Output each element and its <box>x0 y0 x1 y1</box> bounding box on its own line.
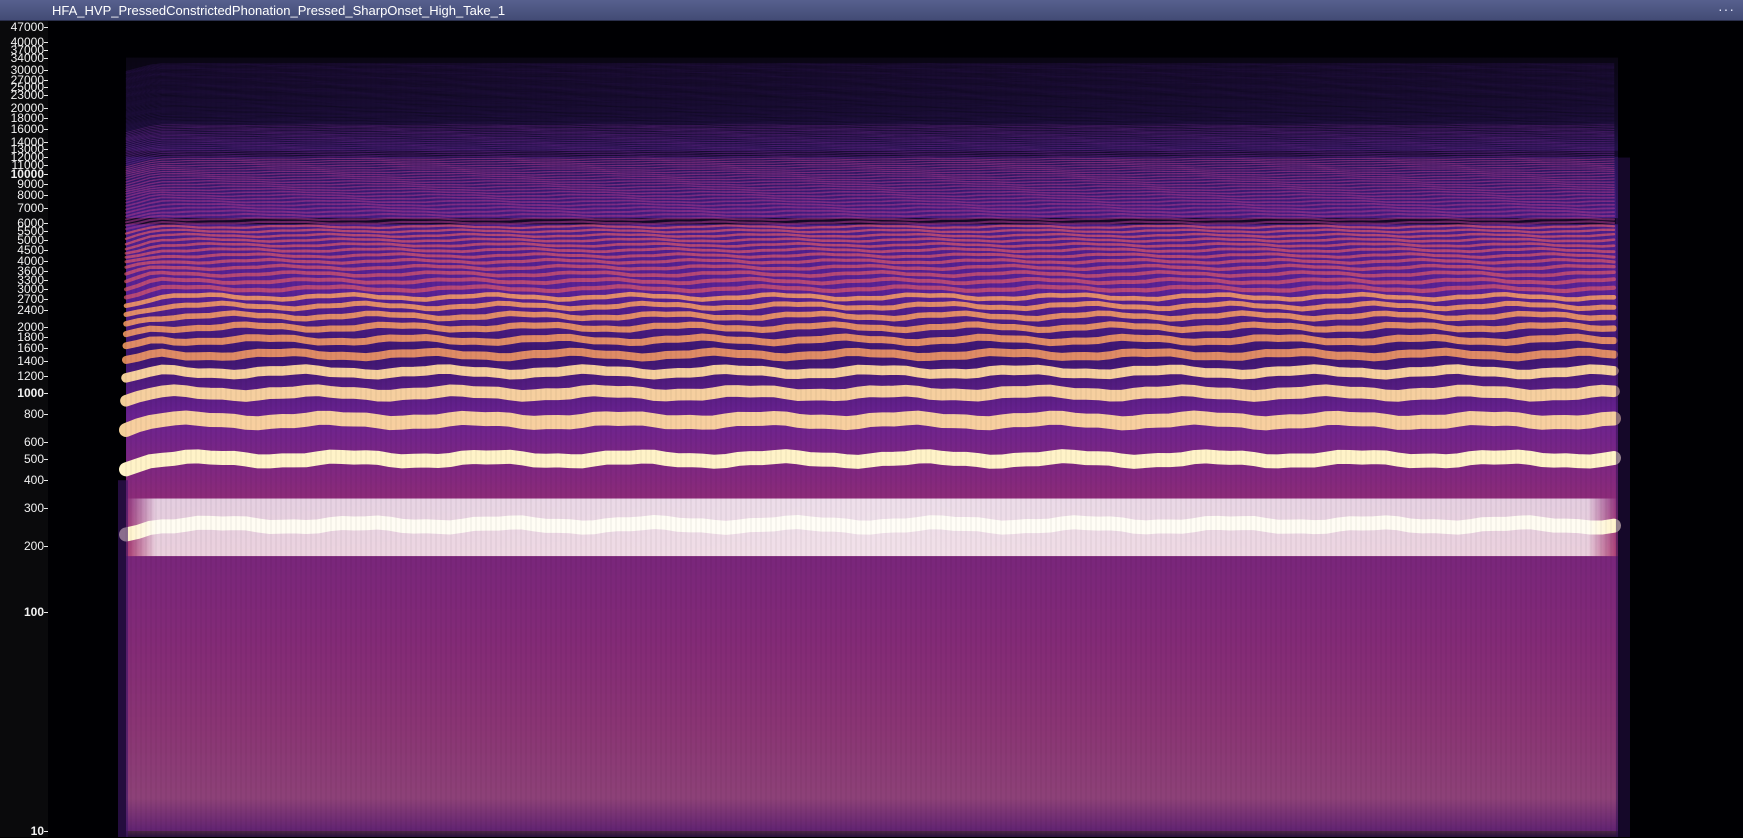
freq-tick-label: 23000 <box>10 87 44 102</box>
onset-edge <box>118 480 128 837</box>
spectrogram-view[interactable] <box>48 21 1743 837</box>
freq-tick-label: 600 <box>23 434 44 449</box>
spectrogram-window: HFA_HVP_PressedConstrictedPhonation_Pres… <box>0 0 1743 837</box>
freq-tick-label: 1000 <box>17 386 44 401</box>
track-title: HFA_HVP_PressedConstrictedPhonation_Pres… <box>52 3 506 18</box>
freq-tick-label: 800 <box>23 407 44 422</box>
freq-tick-label: 1200 <box>17 368 44 383</box>
title-bar[interactable]: HFA_HVP_PressedConstrictedPhonation_Pres… <box>0 0 1743 21</box>
freq-tick-label: 500 <box>23 452 44 466</box>
freq-tick-label: 1400 <box>17 354 44 369</box>
frequency-axis: 47000 40000 37000 34000 30000 27000 25000 23000… <box>0 21 48 837</box>
fundamental-band <box>126 498 1618 557</box>
sub-band <box>126 556 1618 831</box>
freq-tick-label: 7000 <box>17 201 44 216</box>
freq-tick-label: 300 <box>23 500 44 515</box>
freq-tick-label: 100 <box>23 605 44 620</box>
freq-tick-label: 200 <box>23 539 44 554</box>
freq-tick-label: 2400 <box>17 302 44 317</box>
more-options-button[interactable]: ··· <box>1718 0 1735 18</box>
freq-tick-label: 16000 <box>10 122 44 137</box>
spectrogram-canvas[interactable] <box>48 21 1743 837</box>
freq-tick-label: 400 <box>23 473 44 488</box>
freq-tick-label: 47000 <box>10 20 44 34</box>
freq-tick-label: 1600 <box>17 341 44 356</box>
offset-edge <box>1616 157 1630 837</box>
freq-tick-label: 10 <box>30 824 44 838</box>
freq-tick-label: 8000 <box>17 188 44 203</box>
